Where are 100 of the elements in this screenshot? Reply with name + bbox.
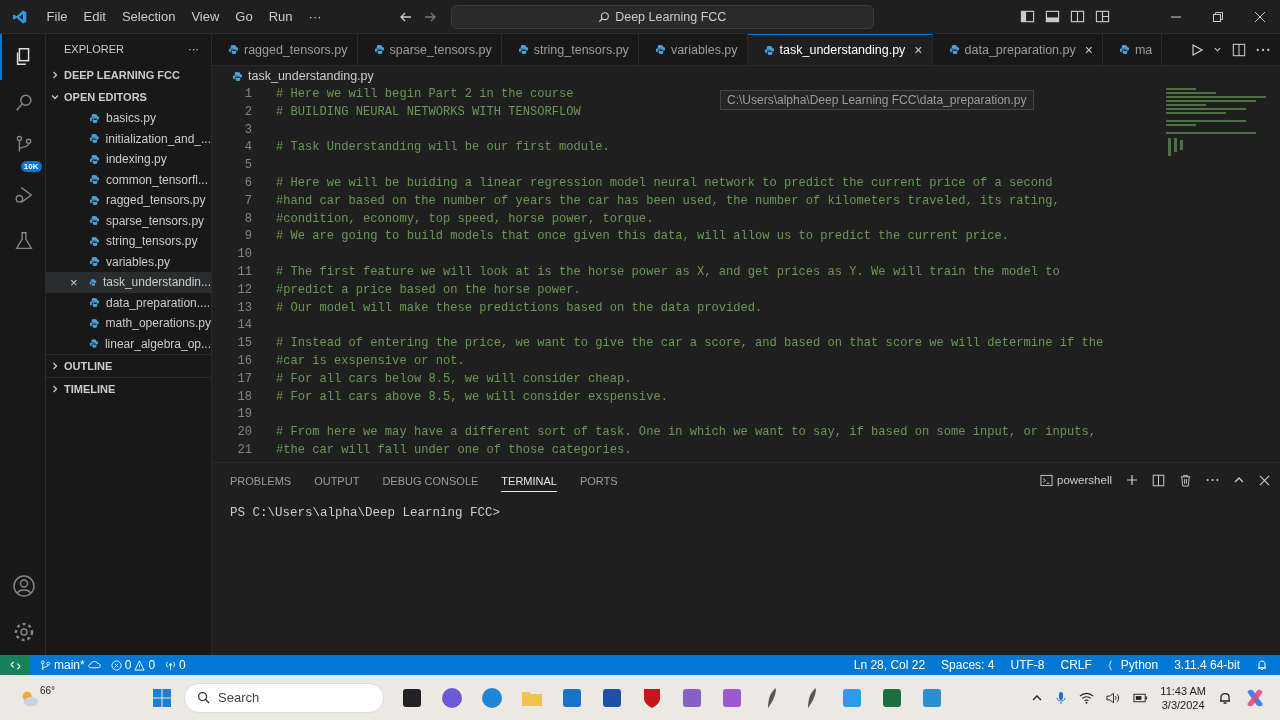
status-item[interactable]: 3.11.4 64-bit [1174, 658, 1240, 672]
layout-grid-icon[interactable] [1095, 9, 1110, 24]
editor-tab[interactable]: variables.py [638, 34, 748, 65]
account-icon[interactable] [11, 574, 36, 598]
split-terminal-icon[interactable] [1152, 473, 1165, 487]
editor-tab[interactable]: sparse_tensors.py [357, 34, 502, 65]
python-file-icon [89, 297, 100, 309]
panel-toggle-icon[interactable] [1045, 9, 1060, 24]
section-header[interactable]: OPEN EDITORS [64, 91, 147, 103]
ports-count[interactable]: 0 [179, 658, 186, 672]
open-editor-item[interactable]: string_tensors.py [46, 231, 211, 252]
open-editor-item[interactable]: variables.py [46, 251, 211, 272]
menu-item[interactable]: View [184, 6, 227, 27]
editor-tab[interactable]: ma [1102, 34, 1163, 65]
open-editor-item[interactable]: initialization_and_... [46, 128, 211, 149]
search-icon [197, 691, 210, 704]
restore-icon[interactable] [1212, 10, 1224, 23]
notification-icon[interactable] [1218, 690, 1232, 705]
chevron-icon[interactable] [50, 361, 60, 371]
section-header[interactable]: OUTLINE [64, 360, 113, 372]
close-icon[interactable] [1254, 10, 1266, 23]
taskbar-search-field[interactable]: Search [184, 682, 384, 713]
caret-icon[interactable] [1213, 45, 1222, 54]
bell-icon[interactable] [1256, 659, 1268, 671]
panel-tab[interactable]: PROBLEMS [230, 468, 292, 492]
remote-icon [9, 659, 21, 671]
close-icon[interactable] [1259, 474, 1270, 486]
menu-item[interactable]: File [39, 6, 75, 27]
open-editor-item[interactable]: math_operations.py [46, 313, 211, 334]
error-count[interactable]: 0 [124, 658, 132, 672]
close-icon[interactable]: × [914, 42, 923, 58]
open-editor-item[interactable]: data_preparation.... [46, 292, 211, 313]
line-number: 19 [236, 406, 253, 424]
panel-tab[interactable]: PORTS [579, 468, 618, 492]
warning-icon [134, 659, 146, 671]
tooltip: C:\Users\alpha\Deep Learning FCC\data_preparation.py [720, 90, 1034, 110]
microphone-icon[interactable] [1055, 690, 1068, 705]
chevron-icon[interactable] [50, 384, 60, 394]
open-editor-item[interactable]: ragged_tensors.py [46, 190, 211, 211]
panel-tab[interactable]: TERMINAL [501, 468, 557, 492]
open-editor-item[interactable]: basics.py [46, 108, 211, 129]
python-file-icon [89, 317, 100, 329]
breadcrumb[interactable]: task_understanding.py [248, 69, 374, 83]
minimap-drawing[interactable] [1166, 88, 1266, 158]
sidebar-toggle-icon[interactable] [1020, 9, 1035, 24]
trash-icon[interactable] [1179, 473, 1192, 487]
panel-tab[interactable]: DEBUG CONSOLE [382, 468, 479, 492]
terminal-selector[interactable]: powershell [1040, 473, 1112, 487]
error-icon [110, 659, 122, 671]
editor-tab[interactable]: ragged_tensors.py [212, 34, 358, 65]
open-editor-item[interactable]: indexing.py [46, 149, 211, 170]
plus-icon[interactable] [1126, 474, 1138, 486]
branch-label[interactable]: main* [54, 658, 85, 672]
status-item[interactable]: UTF-8 [1010, 658, 1045, 672]
code-line: # From here we may have a different sort of task. One in which we want to say, if based on some input, or inputs, [276, 424, 1097, 442]
wifi-icon[interactable] [1079, 691, 1095, 704]
python-file-icon [373, 44, 385, 55]
more-icon[interactable] [1256, 47, 1270, 52]
status-item[interactable]: Spaces: 4 [941, 658, 995, 672]
open-editor-item[interactable]: linear_algebra_op... [46, 333, 211, 354]
open-editor-item[interactable]: common_tensorfl... [46, 169, 211, 190]
remote-button[interactable] [0, 655, 30, 675]
status-item[interactable]: Ln 28, Col 22 [853, 658, 926, 672]
run-icon[interactable] [1191, 43, 1203, 56]
more-icon[interactable] [1206, 478, 1219, 482]
clock[interactable]: 11:43 AM 3/3/2024 [1160, 683, 1206, 712]
code-line: # Our model will make these predictions based on the data provided. [276, 299, 763, 317]
chevron-icon[interactable] [50, 92, 60, 102]
command-center-search[interactable]: Deep Learning FCC [450, 4, 874, 29]
section-header[interactable]: DEEP LEARNING FCC [64, 69, 180, 81]
python-file-icon [89, 194, 100, 206]
close-icon[interactable]: × [70, 274, 78, 290]
menu-item[interactable]: Go [228, 6, 260, 27]
sync-icon[interactable] [87, 660, 101, 670]
split-layout-icon[interactable] [1070, 9, 1085, 24]
battery-icon[interactable] [1133, 692, 1149, 703]
open-editor-item[interactable]: × task_understandin... [46, 272, 211, 293]
code-line: # Here we will begin Part 2 in the course [276, 86, 574, 103]
python-file-icon [1118, 44, 1130, 55]
windows-start-icon[interactable] [152, 687, 172, 708]
close-icon[interactable]: × [1084, 41, 1093, 58]
menu-item[interactable]: ··· [301, 6, 329, 27]
menu-item[interactable]: Edit [76, 6, 113, 27]
section-header[interactable]: TIMELINE [64, 383, 116, 395]
split-editor-icon[interactable] [1232, 42, 1246, 57]
chevron-icon[interactable] [50, 70, 60, 80]
menu-item[interactable]: Run [261, 6, 300, 27]
more-actions-button[interactable]: ··· [188, 43, 199, 55]
warning-count[interactable]: 0 [148, 658, 156, 672]
editor-tab[interactable]: task_understanding.py × [747, 34, 933, 65]
panel-tab[interactable]: OUTPUT [314, 468, 360, 492]
speaker-icon[interactable] [1106, 691, 1122, 704]
editor-tab[interactable]: data_preparation.py × [932, 34, 1103, 65]
temperature: 66° [40, 685, 56, 696]
menu-item[interactable]: Selection [114, 6, 183, 27]
open-editor-item[interactable]: sparse_tensors.py [46, 210, 211, 231]
status-item[interactable]: Python [1120, 658, 1159, 672]
status-item[interactable]: CRLF [1060, 658, 1092, 672]
editor-tab[interactable]: string_tensors.py [501, 34, 639, 65]
code-line: #hand car based on the number of years the car has been used, the number of kilometers traveled, its rating, [276, 192, 1060, 210]
